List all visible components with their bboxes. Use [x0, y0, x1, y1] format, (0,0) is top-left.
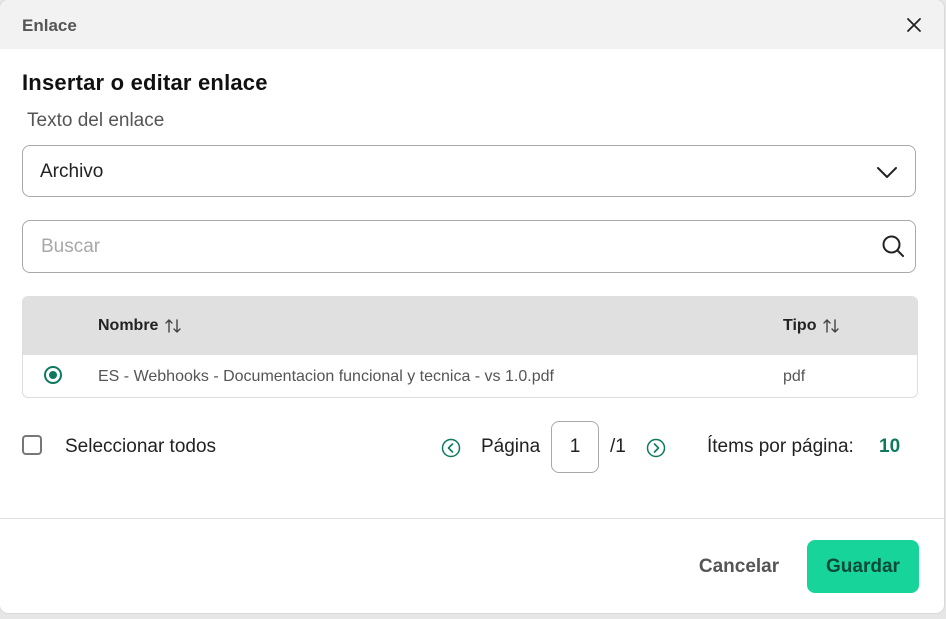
row-file-type: pdf: [783, 368, 806, 385]
table-row[interactable]: ES - Webhooks - Documentacion funcional …: [23, 355, 917, 397]
chevron-right-icon[interactable]: [646, 438, 666, 458]
select-all-checkbox[interactable]: [22, 435, 42, 455]
column-header-label: Nombre: [98, 317, 159, 334]
column-header-name[interactable]: Nombre: [98, 317, 182, 335]
link-dialog: Enlace Insertar o editar enlace Texto de…: [0, 0, 944, 613]
sort-icon[interactable]: [822, 317, 840, 335]
page-total: /1: [610, 436, 626, 457]
search-icon[interactable]: [881, 234, 905, 258]
search-input[interactable]: [39, 221, 863, 273]
close-icon: [907, 18, 921, 32]
row-file-name: ES - Webhooks - Documentacion funcional …: [98, 368, 554, 385]
page-number-input[interactable]: 1: [551, 421, 599, 473]
column-header-type[interactable]: Tipo: [783, 317, 840, 335]
footer-divider: [0, 518, 944, 519]
sort-icon[interactable]: [164, 317, 182, 335]
table-header: Nombre Tipo: [23, 297, 917, 355]
chevron-down-icon: [877, 167, 897, 178]
link-text-label: Texto del enlace: [27, 110, 165, 131]
column-header-label: Tipo: [783, 317, 817, 334]
items-per-page-label: Ítems por página:: [707, 436, 854, 457]
dialog-title: Enlace: [22, 16, 77, 35]
close-button[interactable]: [902, 13, 926, 37]
cancel-button[interactable]: Cancelar: [686, 540, 792, 593]
select-all-label[interactable]: Seleccionar todos: [65, 436, 216, 458]
row-radio-selected[interactable]: [44, 366, 62, 384]
dialog-heading: Insertar o editar enlace: [22, 70, 268, 95]
dialog-titlebar: Enlace: [0, 0, 944, 49]
chevron-left-icon[interactable]: [441, 438, 461, 458]
files-table: Nombre Tipo ES - Webhooks - Documentacio…: [22, 296, 918, 398]
search-box: [22, 220, 916, 273]
items-per-page-select[interactable]: 10: [879, 436, 900, 458]
source-select-value: Archivo: [40, 161, 104, 182]
page-label: Página: [481, 436, 541, 457]
source-select[interactable]: Archivo: [22, 145, 916, 197]
save-button[interactable]: Guardar: [807, 540, 919, 593]
